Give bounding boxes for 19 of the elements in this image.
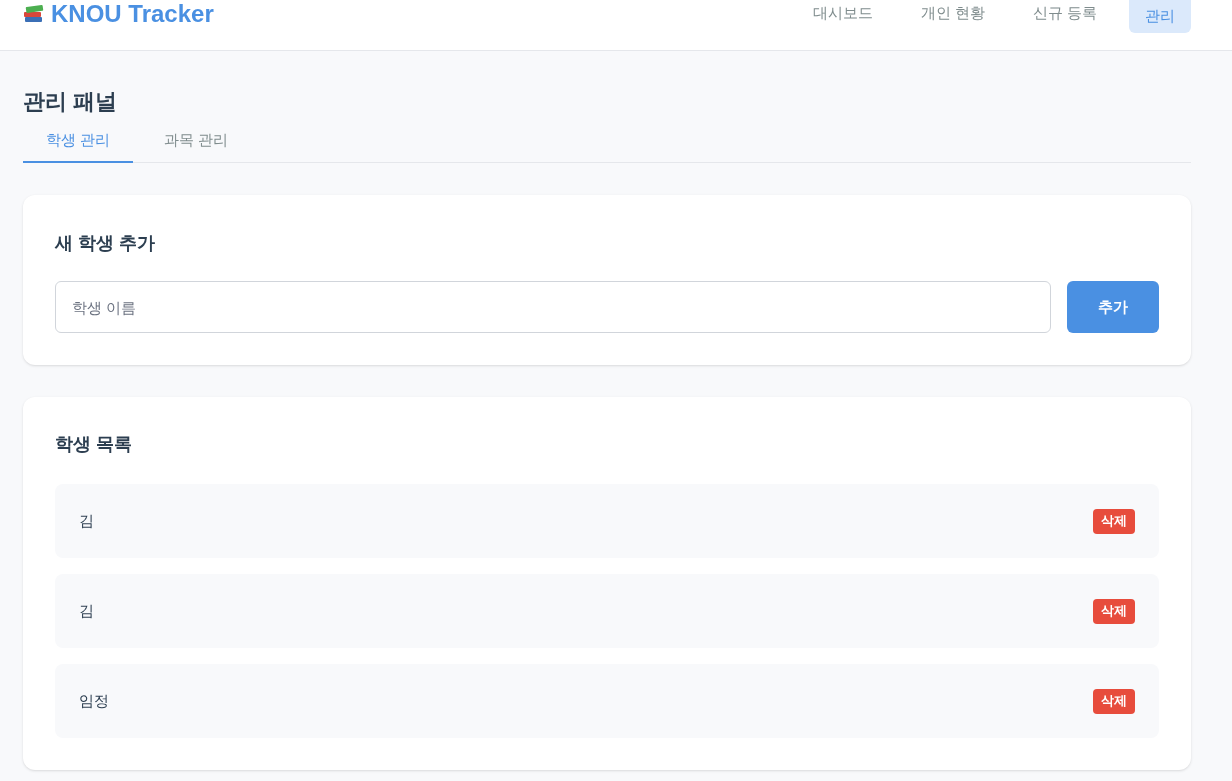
card-title: 학생 목록 — [55, 433, 133, 456]
nav-link[interactable]: 개인 현황 — [904, 0, 1001, 26]
tab[interactable]: 학생 관리 — [23, 119, 134, 163]
student-name: 임정 — [79, 690, 109, 711]
student-name-field[interactable]: 학생 이름 — [55, 281, 1051, 333]
student-name: 김 — [79, 600, 94, 621]
page-title: 관리 패널 — [23, 88, 119, 116]
delete-button[interactable]: 삭제 — [1093, 598, 1135, 624]
books-icon — [23, 4, 45, 24]
delete-button[interactable]: 삭제 — [1093, 688, 1135, 714]
nav-link[interactable]: 신규 등록 — [1016, 0, 1113, 26]
card-title: 새 학생 추가 — [55, 232, 156, 255]
tab[interactable]: 과목 관리 — [133, 119, 260, 163]
add-button[interactable]: 추가 — [1067, 281, 1159, 333]
student-name: 김 — [79, 510, 94, 531]
delete-button[interactable]: 삭제 — [1093, 508, 1135, 534]
nav-link[interactable]: 대시보드 — [796, 0, 889, 26]
nav-link[interactable]: 관리 — [1129, 0, 1191, 33]
app-logo[interactable]: KNOU Tracker — [51, 0, 214, 32]
